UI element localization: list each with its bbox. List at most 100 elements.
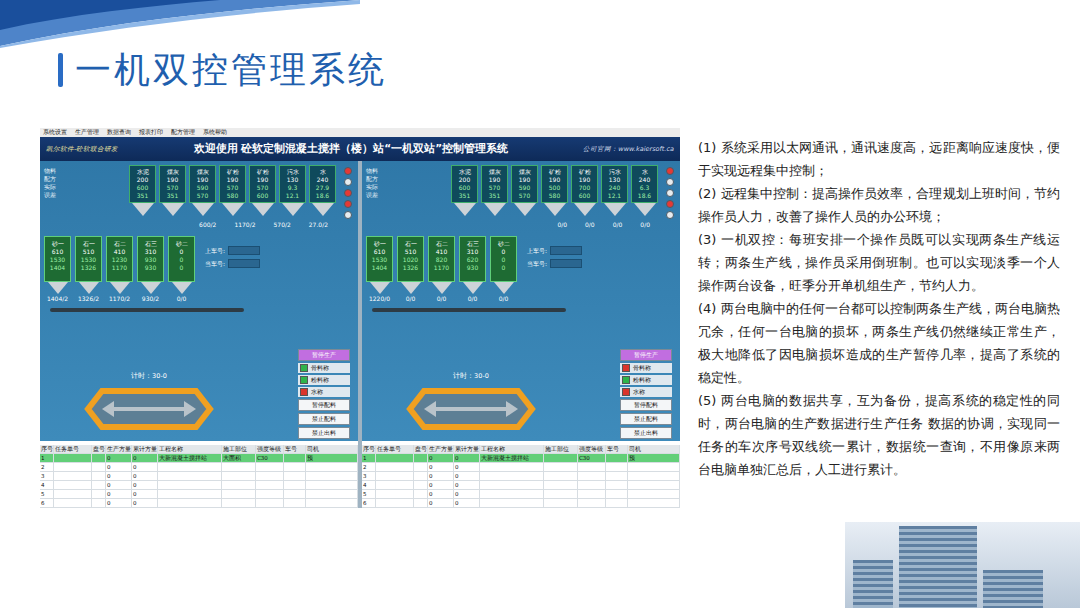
control-button[interactable]: 暂停生产	[298, 349, 350, 361]
powder-bin[interactable]: 污水1309.312.1	[279, 165, 306, 216]
bin-value: 590	[197, 184, 208, 192]
control-checkbox[interactable]: 水称	[620, 387, 672, 397]
powder-bin-body: 煤灰190590570	[511, 165, 538, 203]
powder-bin[interactable]: 水泥200600351	[129, 165, 156, 216]
aggregate-bin[interactable]: 砂一610153014041404/2	[44, 236, 71, 303]
bin-name: 矿粉	[227, 168, 239, 176]
aggregate-bin[interactable]: 砂二0000/0	[168, 236, 195, 303]
menu-item[interactable]: 系统帮助	[203, 128, 227, 137]
control-button[interactable]: 禁止配料	[620, 413, 672, 425]
bin-value: 1530	[372, 256, 387, 264]
powder-bin[interactable]: 水泥200600351	[451, 165, 478, 216]
table-row[interactable]: 200	[362, 463, 680, 472]
table-cell	[54, 499, 92, 507]
car-input[interactable]	[228, 259, 260, 268]
powder-bin[interactable]: 水24027.918.6	[309, 165, 336, 216]
control-button[interactable]: 暂停生产	[620, 349, 672, 361]
aggregate-bin-body: 石一51015301326	[75, 236, 102, 282]
control-button[interactable]: 禁止出料	[298, 427, 350, 439]
aggregate-reading: 1170/2	[109, 294, 130, 303]
control-button[interactable]: 禁止配料	[298, 413, 350, 425]
bin-name: 水泥	[137, 168, 149, 176]
funnel-icon	[514, 203, 536, 216]
feature-item: (4) 两台电脑中的任何一台都可以控制两条生产线，两台电脑热冗余，任何一台电脑的…	[698, 297, 1060, 389]
aggregate-bin[interactable]: 石三310930930930/2	[137, 236, 164, 303]
menu-item[interactable]: 系统设置	[43, 128, 67, 137]
table-cell	[578, 490, 606, 498]
menu-item[interactable]: 数据查询	[107, 128, 131, 137]
table-cell: 0	[428, 490, 454, 498]
control-checkbox[interactable]: 骨料称	[298, 363, 350, 373]
powder-bin[interactable]: 煤灰190590570	[189, 165, 216, 216]
table-row[interactable]: 500	[40, 490, 358, 499]
table-row[interactable]: 600	[362, 499, 680, 508]
table-row[interactable]: 300	[362, 472, 680, 481]
control-checkbox[interactable]: 骨料称	[620, 363, 672, 373]
aggregate-section: 砂一610153014041404/2石一510153013261326/2石二…	[44, 236, 354, 303]
powder-bin[interactable]: 污水13024012.1	[601, 165, 628, 216]
aggregate-bin-body: 砂二000	[168, 236, 195, 282]
aggregate-bin[interactable]: 石二410123011701170/2	[106, 236, 133, 303]
aggregate-bin[interactable]: 石一510153013261326/2	[75, 236, 102, 303]
powder-bin[interactable]: 矿粉190700600	[571, 165, 598, 216]
table-cell	[306, 472, 358, 480]
table-cell	[158, 490, 222, 498]
powder-bin[interactable]: 矿粉190570600	[249, 165, 276, 216]
powder-bin[interactable]: 矿粉190500580	[541, 165, 568, 216]
aggregate-bin[interactable]: 石二41082011700/0	[428, 236, 455, 303]
bin-value: 570	[519, 192, 530, 200]
legend: 物料配方实际误差	[366, 165, 378, 199]
table-row[interactable]: 500	[362, 490, 680, 499]
table-cell	[606, 490, 628, 498]
menu-item[interactable]: 报表打印	[139, 128, 163, 137]
aggregate-bin[interactable]: 砂二0000/0	[490, 236, 517, 303]
control-button[interactable]: 暂停配料	[620, 399, 672, 411]
bin-value: 200	[137, 176, 148, 184]
table-cell: 0	[454, 454, 480, 462]
table-row[interactable]: 400	[362, 481, 680, 490]
menu-item[interactable]: 生产管理	[75, 128, 99, 137]
site-label: 公司官网：www.kaiersoft.ca	[583, 145, 674, 154]
control-checkbox[interactable]: 粉料称	[620, 375, 672, 385]
table-row[interactable]: 100大新混凝土搅拌站C30预	[362, 454, 680, 463]
control-checkbox[interactable]: 水称	[298, 387, 350, 397]
mixer-icon	[84, 383, 214, 435]
menu-item[interactable]: 配方管理	[171, 128, 195, 137]
table-column: 工程名称	[480, 445, 544, 453]
bin-name: 煤灰	[489, 168, 501, 176]
aggregate-bin[interactable]: 石三3106209300/0	[459, 236, 486, 303]
aggregate-bin[interactable]: 石一510102013260/0	[397, 236, 424, 303]
table-column: 司机	[628, 445, 680, 453]
bin-value: 190	[167, 176, 178, 184]
powder-bin[interactable]: 煤灰190570351	[159, 165, 186, 216]
table-cell: 0	[454, 463, 480, 471]
aggregate-bin[interactable]: 砂一610153014041220/0	[366, 236, 393, 303]
control-checkbox[interactable]: 粉料称	[298, 375, 350, 385]
table-row[interactable]: 300	[40, 472, 358, 481]
powder-bin[interactable]: 矿粉190570580	[219, 165, 246, 216]
table-row[interactable]: 600	[40, 499, 358, 508]
powder-bin-body: 矿粉190570600	[249, 165, 276, 203]
table-column: 施工部位	[544, 445, 578, 453]
table-row[interactable]: 200	[40, 463, 358, 472]
scale-readings: 600/21170/2570/227.0/2	[44, 219, 354, 230]
bin-value: 130	[287, 176, 298, 184]
powder-bin[interactable]: 煤灰190590570	[511, 165, 538, 216]
control-button[interactable]: 禁止出料	[620, 427, 672, 439]
car-input[interactable]	[550, 246, 582, 255]
indicator-light-icon	[666, 200, 674, 208]
bin-name: 石三	[467, 240, 479, 248]
powder-bin[interactable]: 水2406.318.6	[631, 165, 658, 216]
bin-value: 0	[502, 256, 506, 264]
table-row[interactable]: 100大新混凝土搅拌站大面积C30预	[40, 454, 358, 463]
table-row[interactable]: 400	[40, 481, 358, 490]
car-input[interactable]	[550, 259, 582, 268]
table-cell	[544, 499, 578, 507]
powder-bin[interactable]: 煤灰190570351	[481, 165, 508, 216]
car-input[interactable]	[228, 246, 260, 255]
control-button[interactable]: 暂停配料	[298, 399, 350, 411]
table-cell: 0	[106, 463, 132, 471]
car-field: 当车号:	[527, 259, 582, 268]
station-panel: 物料配方实际误差水泥200600351煤灰190570351煤灰19059057…	[40, 161, 358, 441]
table-cell: 0	[454, 499, 480, 507]
